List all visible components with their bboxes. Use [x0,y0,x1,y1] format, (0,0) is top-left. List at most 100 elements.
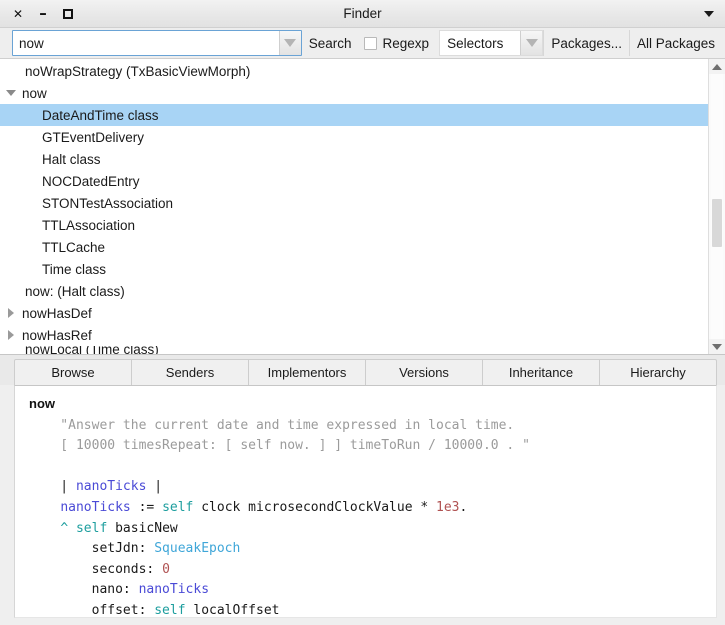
list-item-label: now [22,85,47,101]
tab-browse[interactable]: Browse [14,359,132,385]
code-token: self [162,499,194,515]
disclosure-collapsed-icon[interactable] [0,330,22,340]
code-token: nano: [29,582,139,598]
regexp-checkbox[interactable]: Regexp [359,30,437,56]
list-item[interactable]: nowLocal (Time class) [0,346,708,354]
list-item-label: STONTestAssociation [42,195,174,211]
code-token: now [29,396,55,411]
triangle-down-icon [6,90,16,96]
list-item-label: GTEventDelivery [42,129,145,145]
list-item[interactable]: STONTestAssociation [0,192,708,214]
scroll-down-arrow-icon [712,343,722,350]
code-line: nano: nanoTicks [29,580,716,601]
results-list: noWrapStrategy (TxBasicViewMorph) now Date… [0,58,725,355]
list-item[interactable]: TTLAssociation [0,214,708,236]
list-item-label: DateAndTime class [42,107,159,123]
code-token: clock microsecondClockValue * [193,499,437,515]
code-token: setJdn: [29,541,155,557]
scope-combo[interactable]: Selectors [439,30,544,56]
tab-implementors[interactable]: Implementors [248,359,366,385]
search-input[interactable] [13,31,279,55]
tab-senders[interactable]: Senders [131,359,249,385]
code-token: self [154,602,186,618]
checkbox-icon [363,36,377,50]
tab-versions[interactable]: Versions [365,359,483,385]
scrollbar-thumb[interactable] [712,199,722,247]
search-button[interactable]: Search [302,30,359,56]
scope-dropdown-button[interactable] [520,31,543,55]
code-token: self [75,520,108,536]
triangle-right-icon [8,330,14,340]
list-item[interactable]: NOCDatedEntry [0,170,708,192]
code-line: "Answer the current date and time expres… [29,416,716,437]
tab-hierarchy[interactable]: Hierarchy [599,359,717,385]
search-combo [12,30,302,56]
code-token: 0 [162,561,170,577]
list-item[interactable]: TTLCache [0,236,708,258]
list-item-label: nowLocal (Time class) [25,346,159,354]
code-token: offset: [29,602,155,618]
minimize-icon[interactable]: – [36,6,50,21]
chevron-down-icon [284,39,297,47]
list-item[interactable]: now: (Halt class) [0,280,708,302]
list-item-label: Time class [42,261,107,277]
triangle-right-icon [8,308,14,318]
search-history-dropdown-button[interactable] [278,31,301,55]
code-line: nanoTicks := self clock microsecondClock… [29,498,716,519]
code-token: localOffset [185,602,280,618]
code-token: | [29,479,76,495]
packages-button[interactable]: Packages... [543,30,629,56]
code-line: ^ self basicNew [29,519,716,540]
title-bar: ✕ – Finder [0,0,725,28]
code-token: ^ [60,520,76,536]
chevron-down-icon [704,10,714,17]
results-scrollbar[interactable] [708,59,725,354]
list-item[interactable]: Time class [0,258,708,280]
scroll-down-button[interactable] [709,339,725,354]
close-icon[interactable]: ✕ [11,7,25,21]
maximize-square-icon [63,8,73,19]
list-item[interactable]: now [0,82,708,104]
code-token: [ 10000 timesRepeat: [ self now. ] ] tim… [29,438,530,454]
code-token: := [130,499,163,515]
code-token: | [146,479,163,495]
source-code-text: now "Answer the current date and time ex… [29,394,716,618]
list-item[interactable]: Halt class [0,148,708,170]
list-item[interactable]: GTEventDelivery [0,126,708,148]
list-item-label: Halt class [42,151,101,167]
regexp-label: Regexp [382,35,430,51]
results-list-body[interactable]: noWrapStrategy (TxBasicViewMorph) now Date… [0,59,708,354]
list-item-label: nowHasRef [22,327,92,343]
window-menu-button[interactable] [704,10,714,17]
window-controls: ✕ – [0,6,75,21]
list-item-label: TTLCache [42,239,106,255]
code-token: nanoTicks [138,582,210,598]
disclosure-expanded-icon[interactable] [0,90,22,96]
code-line: seconds: 0 [29,560,716,581]
code-token: SqueakEpoch [154,541,241,557]
all-packages-button[interactable]: All Packages [628,30,722,56]
list-item[interactable]: DateAndTime class [0,104,708,126]
search-toolbar: Search Regexp Selectors Packages... All … [0,28,725,58]
scroll-up-button[interactable] [709,59,725,74]
window-title: Finder [343,6,382,21]
list-item-label: noWrapStrategy (TxBasicViewMorph) [25,63,251,79]
maximize-icon[interactable] [61,7,75,21]
code-line: | nanoTicks | [29,477,716,498]
tab-inheritance[interactable]: Inheritance [482,359,600,385]
code-token: "Answer the current date and time expres… [29,417,515,433]
list-item-label: NOCDatedEntry [42,173,140,189]
code-token: 1e3 [436,499,460,515]
list-item[interactable]: nowHasRef [0,324,708,346]
source-code-pane[interactable]: now "Answer the current date and time ex… [14,385,717,618]
code-line: now [29,394,716,416]
list-item[interactable]: noWrapStrategy (TxBasicViewMorph) [0,60,708,82]
code-line: [ 10000 timesRepeat: [ self now. ] ] tim… [29,436,716,457]
list-item[interactable]: nowHasDef [0,302,708,324]
list-item-label: nowHasDef [22,305,92,321]
code-token: seconds: [29,561,163,577]
disclosure-collapsed-icon[interactable] [0,308,22,318]
scroll-up-arrow-icon [712,63,722,70]
